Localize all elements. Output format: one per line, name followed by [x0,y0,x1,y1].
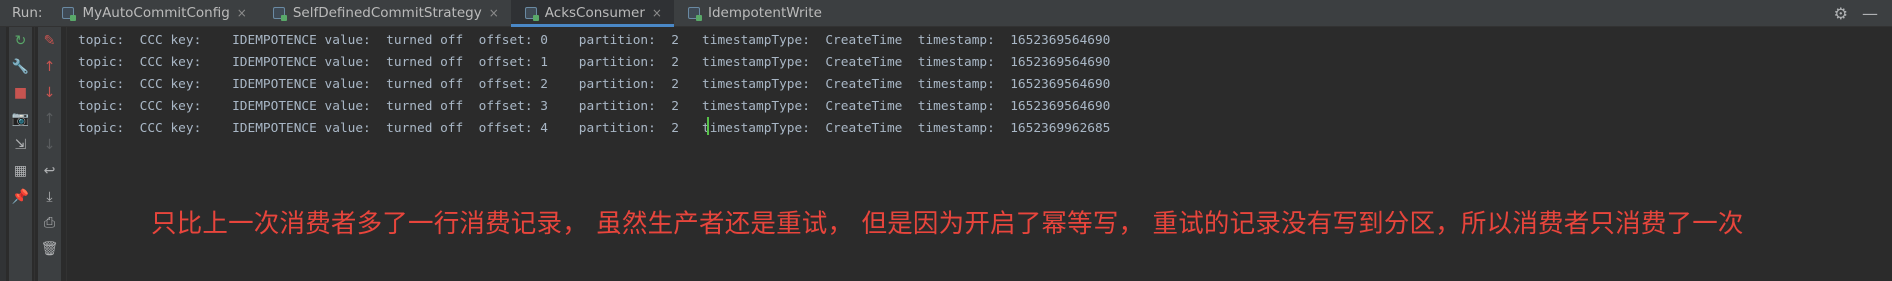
tab-selfdefinedcommitstrategy[interactable]: SelfDefinedCommitStrategy × [259,0,511,26]
run-config-icon [687,7,702,21]
up-disabled-icon[interactable]: ↑ [38,107,61,131]
tab-label: MyAutoCommitConfig [82,5,230,21]
tab-idempotentwrite[interactable]: IdempotentWrite [674,0,834,26]
pin-icon[interactable]: 📌 [9,185,32,209]
run-toolbar-primary: ↻ 🔧 ■ 📷 ⇲ ▦ 📌 [9,27,32,281]
camera-icon[interactable]: 📷 [9,107,32,131]
run-config-icon [62,7,77,21]
annotation-text: 只比上一次消费者多了一行消费记录， 虽然生产者还是重试， 但是因为开启了幂等写，… [151,209,1744,239]
run-config-icon [272,7,287,21]
text-caret [707,117,709,135]
rerun-icon[interactable]: ↻ [9,29,32,53]
trash-icon[interactable]: 🗑 [38,237,61,261]
down-disabled-icon[interactable]: ↓ [38,133,61,157]
console-line: topic: CCC key: IDEMPOTENCE value: turne… [78,99,1111,114]
soft-wrap-icon[interactable]: ↩ [38,159,61,183]
down-arrow-icon[interactable]: ↓ [38,81,61,105]
print-icon[interactable]: ⎙ [38,211,61,235]
console-line: topic: CCC key: IDEMPOTENCE value: turne… [78,33,1111,48]
console-line: topic: CCC key: IDEMPOTENCE value: turne… [78,121,1111,136]
console-output[interactable]: topic: CCC key: IDEMPOTENCE value: turne… [67,27,1892,281]
close-icon[interactable]: × [237,6,247,20]
toolbar-right: ⚙ — [1834,0,1892,26]
toolbar-divider [34,27,35,281]
up-arrow-icon[interactable]: ↑ [38,55,61,79]
wrench-icon[interactable]: 🔧 [9,55,32,79]
run-toolbar-secondary: ✎ ↑ ↓ ↑ ↓ ↩ ⤓ ⎙ 🗑 [38,27,61,281]
run-label: Run: [12,5,43,21]
close-icon[interactable]: × [652,6,662,20]
layout-icon[interactable]: ▦ [9,159,32,183]
tab-myautocommitconfig[interactable]: MyAutoCommitConfig × [48,0,258,26]
login-icon[interactable]: ⇲ [9,133,32,157]
tab-label: AcksConsumer [544,5,645,21]
gear-icon[interactable]: ⚙ [1834,4,1848,23]
console-log: topic: CCC key: IDEMPOTENCE value: turne… [78,30,1110,140]
tab-label: IdempotentWrite [707,5,822,21]
tab-list: MyAutoCommitConfig × SelfDefinedCommitStra… [48,0,834,27]
run-tab-bar: Run: MyAutoCommitConfig × SelfDefinedCommi… [0,0,1892,27]
left-strip [0,27,6,281]
console-line: topic: CCC key: IDEMPOTENCE value: turne… [78,77,1111,92]
console-line: topic: CCC key: IDEMPOTENCE value: turne… [78,55,1111,70]
clear-icon[interactable]: ✎ [38,29,61,53]
scroll-to-end-icon[interactable]: ⤓ [38,185,61,209]
stop-icon[interactable]: ■ [9,81,32,105]
run-config-icon [524,7,539,21]
tab-label: SelfDefinedCommitStrategy [292,5,482,21]
close-icon[interactable]: × [489,6,499,20]
tab-acksconsumer[interactable]: AcksConsumer × [510,0,675,27]
minimize-icon[interactable]: — [1862,4,1878,23]
